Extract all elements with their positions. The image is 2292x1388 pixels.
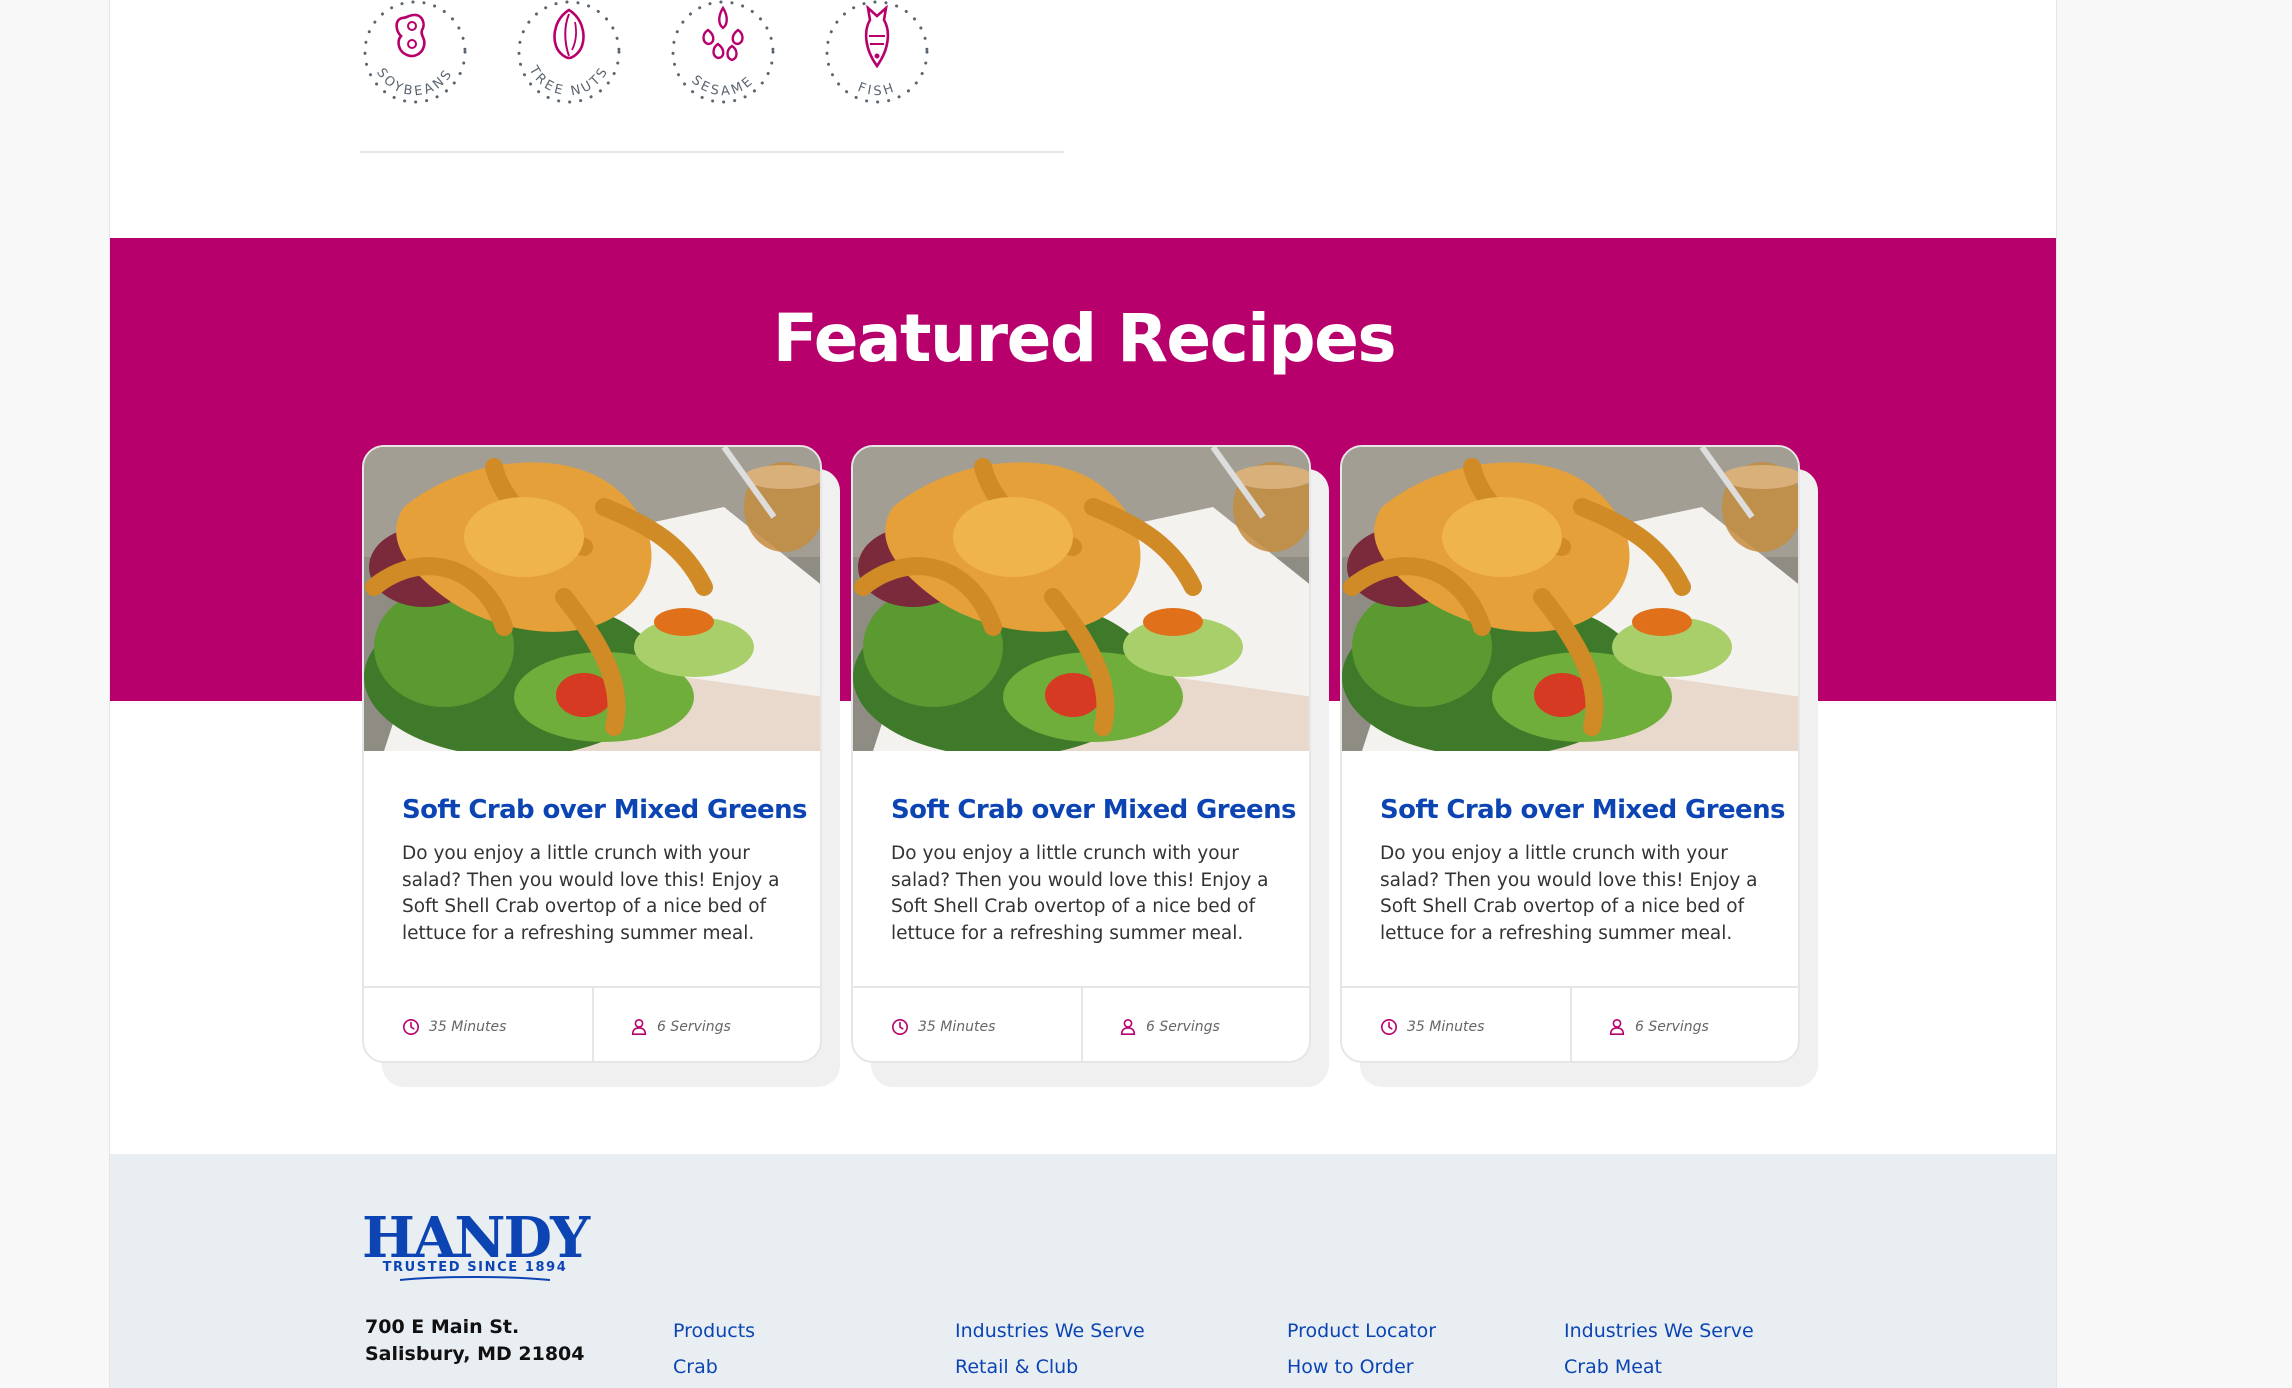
recipe-servings-text: 6 Servings <box>657 1018 731 1035</box>
recipe-description: Do you enjoy a little crunch with your s… <box>402 843 780 944</box>
footer-link-how-to-order[interactable]: How to Order <box>1287 1356 1414 1378</box>
logo-tagline: TRUSTED SINCE 1894 <box>382 1260 568 1275</box>
meta-divider <box>1570 988 1572 1061</box>
clock-icon <box>1380 1018 1398 1035</box>
person-icon <box>1120 1018 1136 1035</box>
svg-text:SESAME: SESAME <box>688 73 757 99</box>
person-icon <box>631 1018 647 1035</box>
recipe-servings-text: 6 Servings <box>1635 1018 1709 1035</box>
recipe-servings: 6 Servings <box>1119 988 1309 1061</box>
recipe-card[interactable]: Soft Crab over Mixed Greens Do you enjoy… <box>362 445 822 1063</box>
recipe-card[interactable]: Soft Crab over Mixed Greens Do you enjoy… <box>1340 445 1800 1063</box>
recipe-image[interactable] <box>364 447 822 751</box>
soybean-icon: SOYBEANS <box>363 0 467 104</box>
almond-icon: TREE NUTS <box>517 0 621 104</box>
recipe-time: 35 Minutes <box>402 988 592 1061</box>
recipe-time: 35 Minutes <box>1380 988 1570 1061</box>
featured-recipes-title: Featured Recipes <box>772 300 1397 377</box>
recipe-time: 35 Minutes <box>891 988 1081 1061</box>
recipe-title[interactable]: Soft Crab over Mixed Greens <box>891 795 1296 825</box>
recipe-servings-text: 6 Servings <box>1146 1018 1220 1035</box>
recipe-description: Do you enjoy a little crunch with your s… <box>891 843 1269 944</box>
person-icon <box>1609 1018 1625 1035</box>
recipe-time-text: 35 Minutes <box>1407 1018 1485 1035</box>
logo-wordmark: HANDY <box>361 1205 590 1271</box>
recipe-time-text: 35 Minutes <box>429 1018 507 1035</box>
handy-logo[interactable]: HANDY TRUSTED SINCE 1894 <box>360 1208 590 1283</box>
svg-text:TREE NUTS: TREE NUTS <box>525 63 612 100</box>
allergen-sesame: SESAME <box>668 0 778 104</box>
recipe-title[interactable]: Soft Crab over Mixed Greens <box>1380 795 1785 825</box>
allergen-fish: FISH <box>822 0 932 104</box>
sesame-icon: SESAME <box>671 0 775 104</box>
footer-link-crab-meat[interactable]: Crab Meat <box>1564 1356 1662 1378</box>
recipe-time-text: 35 Minutes <box>918 1018 996 1035</box>
allergen-tree-nuts: TREE NUTS <box>514 0 624 104</box>
recipe-title[interactable]: Soft Crab over Mixed Greens <box>402 795 807 825</box>
footer-link-retail-club[interactable]: Retail & Club <box>955 1356 1078 1378</box>
meta-divider <box>592 988 594 1061</box>
recipe-image[interactable] <box>1342 447 1800 751</box>
footer-link-products[interactable]: Products <box>673 1320 755 1342</box>
footer-link-crab[interactable]: Crab <box>673 1356 718 1378</box>
meta-divider <box>1081 988 1083 1061</box>
allergen-list: SOYBEANS TREE NUTS SESAME FISH <box>360 0 1064 153</box>
recipe-card[interactable]: Soft Crab over Mixed Greens Do you enjoy… <box>851 445 1311 1063</box>
recipe-servings: 6 Servings <box>630 988 820 1061</box>
allergen-soybeans: SOYBEANS <box>360 0 470 104</box>
recipe-meta: 35 Minutes 6 Servings <box>1342 986 1798 1061</box>
svg-text:FISH: FISH <box>856 80 899 99</box>
fish-icon: FISH <box>825 0 929 104</box>
recipe-meta: 35 Minutes 6 Servings <box>853 986 1309 1061</box>
footer-link-industries[interactable]: Industries We Serve <box>955 1320 1145 1342</box>
address-line-1: 700 E Main St. <box>365 1316 520 1338</box>
recipe-servings: 6 Servings <box>1608 988 1798 1061</box>
page: SOYBEANS TREE NUTS SESAME FISH Featured … <box>109 0 2057 1388</box>
footer-link-product-locator[interactable]: Product Locator <box>1287 1320 1436 1342</box>
recipe-description: Do you enjoy a little crunch with your s… <box>1380 843 1758 944</box>
clock-icon <box>402 1018 420 1035</box>
recipe-image[interactable] <box>853 447 1311 751</box>
recipe-meta: 35 Minutes 6 Servings <box>364 986 820 1061</box>
clock-icon <box>891 1018 909 1035</box>
logo-swoosh <box>400 1276 550 1281</box>
svg-text:SOYBEANS: SOYBEANS <box>373 66 457 100</box>
address-line-2: Salisbury, MD 21804 <box>365 1343 585 1365</box>
footer-link-industries-2[interactable]: Industries We Serve <box>1564 1320 1754 1342</box>
